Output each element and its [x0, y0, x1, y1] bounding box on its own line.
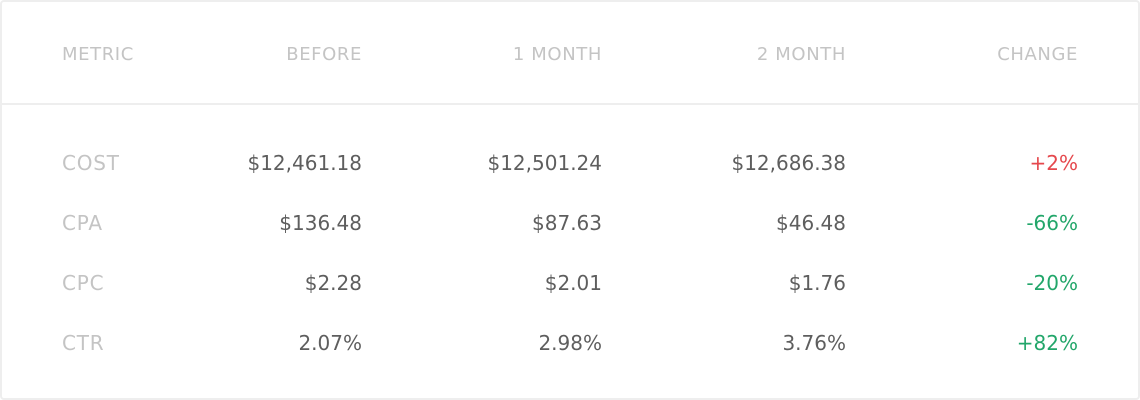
- before-value: $136.48: [279, 211, 362, 235]
- change-value: +2%: [1029, 151, 1079, 175]
- before-value: $2.28: [304, 271, 362, 295]
- metric-label: CTR: [62, 331, 105, 355]
- table-row: COST $12,461.18 $12,501.24 $12,686.38 +2…: [2, 151, 1138, 175]
- month2-value: 3.76%: [782, 331, 846, 355]
- table-row: CTR 2.07% 2.98% 3.76% +82%: [2, 331, 1138, 355]
- metric-label: CPA: [62, 211, 103, 235]
- before-value: $12,461.18: [247, 151, 362, 175]
- header-2-month: 2 MONTH: [756, 44, 846, 65]
- header-metric: METRIC: [62, 44, 134, 65]
- change-value: -66%: [1026, 211, 1078, 235]
- metric-label: COST: [62, 151, 120, 175]
- month1-value: $87.63: [532, 211, 602, 235]
- month2-value: $46.48: [776, 211, 846, 235]
- month1-value: $2.01: [544, 271, 602, 295]
- table-header: METRIC BEFORE 1 MONTH 2 MONTH CHANGE: [2, 2, 1138, 105]
- header-1-month: 1 MONTH: [512, 44, 602, 65]
- month2-value: $12,686.38: [731, 151, 846, 175]
- metrics-table-card: METRIC BEFORE 1 MONTH 2 MONTH CHANGE COS…: [0, 0, 1140, 400]
- metric-label: CPC: [62, 271, 105, 295]
- month1-value: $12,501.24: [487, 151, 602, 175]
- month2-value: $1.76: [788, 271, 846, 295]
- table-row: CPC $2.28 $2.01 $1.76 -20%: [2, 271, 1138, 295]
- before-value: 2.07%: [298, 331, 362, 355]
- month1-value: 2.98%: [538, 331, 602, 355]
- table-row: CPA $136.48 $87.63 $46.48 -66%: [2, 211, 1138, 235]
- header-before: BEFORE: [286, 44, 362, 65]
- change-value: +82%: [1016, 331, 1078, 355]
- change-value: -20%: [1026, 271, 1078, 295]
- header-change: CHANGE: [997, 44, 1078, 65]
